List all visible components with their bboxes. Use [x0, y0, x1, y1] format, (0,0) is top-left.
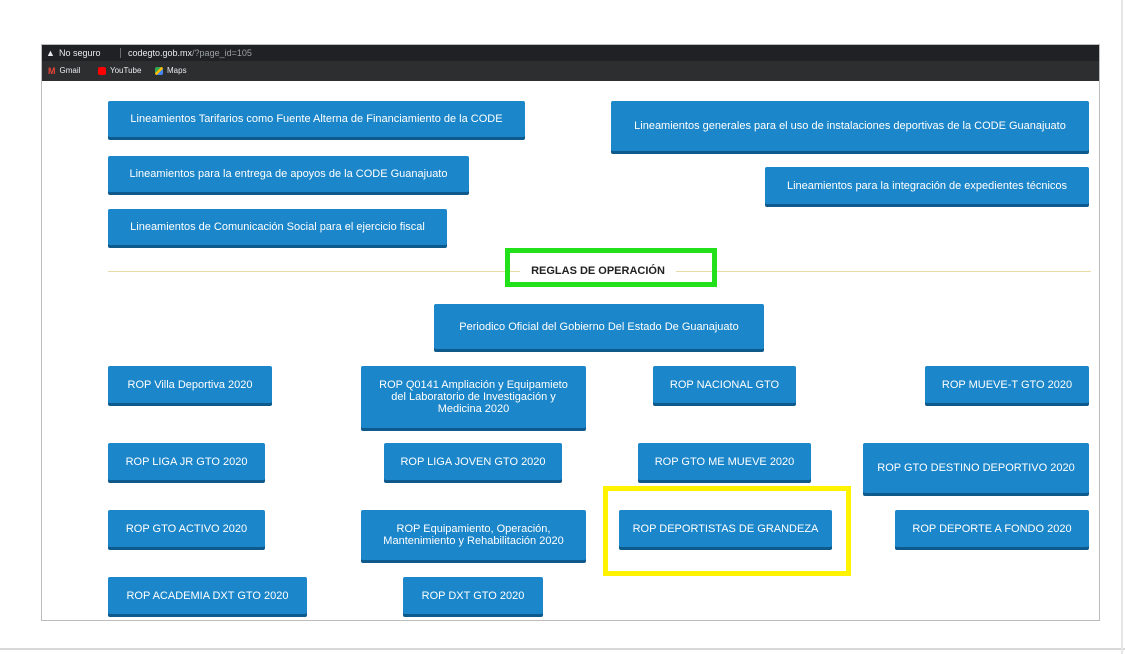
rop-mueve-t-button[interactable]: ROP MUEVE-T GTO 2020: [925, 366, 1089, 403]
lineamientos-generales-button[interactable]: Lineamientos generales para el uso de in…: [611, 101, 1089, 151]
rop-gto-destino-deportivo-button[interactable]: ROP GTO DESTINO DEPORTIVO 2020: [863, 443, 1089, 493]
lineamientos-expedientes-button[interactable]: Lineamientos para la integración de expe…: [765, 167, 1089, 204]
rop-academia-dxt-button[interactable]: ROP ACADEMIA DXT GTO 2020: [108, 577, 307, 614]
url-host: codegto.gob.mx: [128, 48, 193, 58]
bookmarks-bar: M Gmail YouTube Maps: [42, 61, 1099, 81]
bookmark-label: Gmail: [59, 66, 81, 75]
security-label[interactable]: No seguro: [59, 45, 101, 61]
page-right-border: [1121, 0, 1123, 654]
lineamientos-tarifarios-button[interactable]: Lineamientos Tarifarios como Fuente Alte…: [108, 101, 525, 137]
rop-dxt-gto-button[interactable]: ROP DXT GTO 2020: [403, 577, 543, 614]
rop-liga-joven-button[interactable]: ROP LIGA JOVEN GTO 2020: [384, 443, 562, 480]
rop-q0141-button[interactable]: ROP Q0141 Ampliación y Equipamieto del L…: [361, 366, 586, 428]
bookmark-maps[interactable]: Maps: [155, 61, 187, 81]
rop-equipamiento-button[interactable]: ROP Equipamiento, Operación, Mantenimien…: [361, 510, 586, 560]
url-text[interactable]: codegto.gob.mx/?page_id=105: [128, 45, 252, 61]
lineamientos-apoyos-button[interactable]: Lineamientos para la entrega de apoyos d…: [108, 156, 469, 192]
highlight-box-yellow: [603, 486, 851, 576]
bookmark-gmail[interactable]: M Gmail: [48, 61, 80, 81]
rop-gto-activo-button[interactable]: ROP GTO ACTIVO 2020: [108, 510, 265, 547]
address-separator: [120, 48, 121, 58]
bookmark-label: YouTube: [110, 66, 142, 75]
bookmark-label: Maps: [167, 66, 187, 75]
rop-deporte-a-fondo-button[interactable]: ROP DEPORTE A FONDO 2020: [895, 510, 1089, 547]
bookmark-youtube[interactable]: YouTube: [98, 61, 141, 81]
rop-nacional-gto-button[interactable]: ROP NACIONAL GTO: [653, 366, 796, 403]
browser-window: ▲ No seguro codegto.gob.mx/?page_id=105 …: [41, 44, 1100, 621]
warning-triangle-icon: ▲: [46, 48, 55, 58]
rop-gto-me-mueve-button[interactable]: ROP GTO ME MUEVE 2020: [638, 443, 811, 480]
highlight-box-green: [505, 248, 717, 287]
url-path: /?page_id=105: [192, 48, 252, 58]
gmail-icon: M: [48, 66, 56, 76]
rop-villa-deportiva-button[interactable]: ROP Villa Deportiva 2020: [108, 366, 272, 403]
rop-liga-jr-button[interactable]: ROP LIGA JR GTO 2020: [108, 443, 265, 480]
page-bottom-border: [0, 648, 1125, 650]
periodico-oficial-button[interactable]: Periodico Oficial del Gobierno Del Estad…: [434, 304, 764, 349]
address-bar[interactable]: ▲ No seguro codegto.gob.mx/?page_id=105: [42, 45, 1099, 61]
youtube-icon: [98, 67, 106, 75]
maps-icon: [155, 67, 163, 75]
lineamientos-comunicacion-button[interactable]: Lineamientos de Comunicación Social para…: [108, 209, 447, 245]
